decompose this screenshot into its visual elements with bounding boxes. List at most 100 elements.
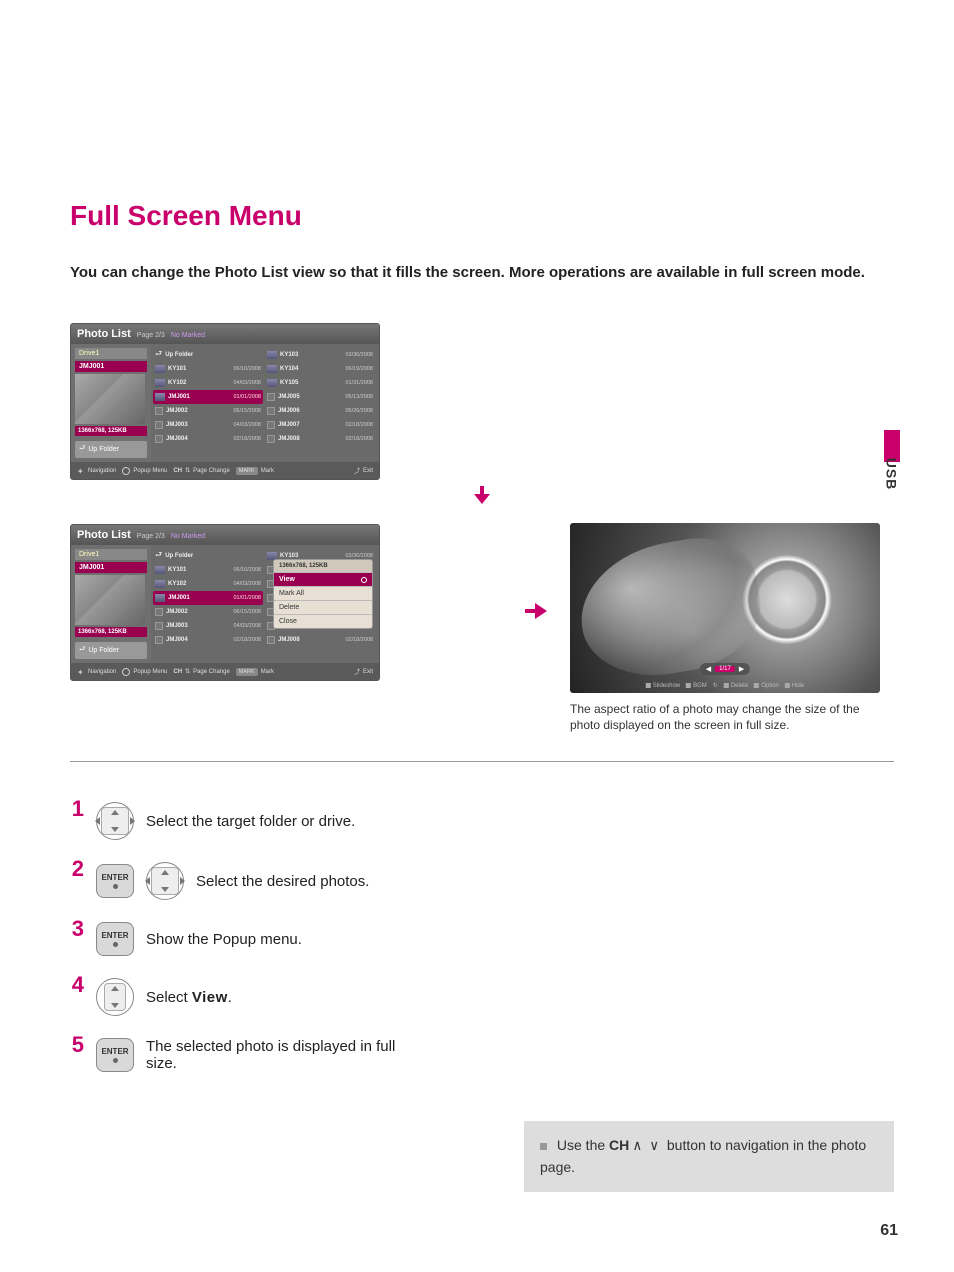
step-2: 2 ENTER Select the desired photos. <box>70 862 894 900</box>
item-date: 04/03/2008 <box>233 422 261 428</box>
tv-screen-1-wrap: Photo List Page 2/3 No Marked Drive1 JMJ… <box>70 323 894 506</box>
step-3-text: Show the Popup menu. <box>146 931 302 948</box>
list-item[interactable]: JMJ00702/18/2008 <box>265 418 375 432</box>
item-name: JMJ004 <box>166 637 230 643</box>
list-item[interactable]: KY10204/03/2008 <box>153 577 263 591</box>
popup-item[interactable]: View <box>274 572 372 586</box>
item-name: JMJ008 <box>278 436 342 442</box>
list-item[interactable]: JMJ00802/18/2008 <box>265 633 375 647</box>
list-item[interactable]: JMJ00304/03/2008 <box>153 619 263 633</box>
enter-icon <box>122 668 130 676</box>
thumb-icon <box>155 393 165 401</box>
screen1-footer: Navigation Popup Menu CH⇅Page Change MAR… <box>71 462 379 479</box>
screen1-grid: ⮐Up FolderKY10106/10/2008KY10204/03/2008… <box>151 344 379 462</box>
photo-action-hide[interactable]: Hide <box>785 682 804 689</box>
item-date: 04/03/2008 <box>233 380 261 386</box>
list-item[interactable]: JMJ00402/18/2008 <box>153 432 263 446</box>
list-item[interactable]: KY10106/10/2008 <box>153 563 263 577</box>
enter-button[interactable]: ENTER <box>96 864 134 898</box>
item-name: KY105 <box>280 380 342 386</box>
dpad-button[interactable] <box>96 802 134 840</box>
next-icon[interactable]: ▶ <box>739 665 744 673</box>
dpad-icon <box>101 807 129 835</box>
list-item[interactable]: ⮐Up Folder <box>153 348 263 362</box>
item-name: JMJ005 <box>278 394 342 400</box>
photo-page-bar[interactable]: ◀ 1/17 ▶ <box>700 663 750 675</box>
footer-nav: Navigation <box>88 669 116 675</box>
step-4-keyword: View <box>192 989 228 1006</box>
screen1-marked: No Marked <box>171 332 205 339</box>
list-item[interactable]: KY10106/10/2008 <box>153 362 263 376</box>
list-item[interactable]: JMJ00101/01/2008 <box>153 591 263 605</box>
checkbox-icon <box>267 393 275 401</box>
list-item[interactable]: JMJ00402/18/2008 <box>153 633 263 647</box>
photo-action-slideshow[interactable]: Slideshow <box>646 682 680 689</box>
enter-button[interactable]: ENTER <box>96 1038 134 1072</box>
screen2-upfolder-button[interactable]: ⮐ Up Folder <box>75 642 147 659</box>
list-item[interactable]: JMJ00206/15/2008 <box>153 404 263 418</box>
photo-action-bgm[interactable]: BGM <box>686 682 707 689</box>
footer-nav: Navigation <box>88 468 116 474</box>
list-item[interactable]: JMJ00505/13/2008 <box>265 390 375 404</box>
popup-item[interactable]: Mark All <box>274 586 372 600</box>
screen2-drive[interactable]: Drive1 <box>75 549 147 560</box>
item-name: JMJ001 <box>168 394 230 400</box>
enter-label: ENTER <box>101 873 128 882</box>
list-item[interactable]: JMJ00802/18/2008 <box>265 432 375 446</box>
action-label: Option <box>761 683 779 689</box>
updown-icon: ⇅ <box>185 467 190 474</box>
item-name: KY102 <box>168 581 230 587</box>
aspect-ratio-note: The aspect ratio of a photo may change t… <box>570 701 880 733</box>
enter-button[interactable]: ENTER <box>96 922 134 956</box>
arrow-right-icon <box>525 601 549 621</box>
action-icon <box>754 683 759 688</box>
photo-action-delete[interactable]: Delete <box>724 682 748 689</box>
upfolder-icon: ⮐ <box>155 348 162 362</box>
tv-screen-2: Photo List Page 2/3 No Marked Drive1 JMJ… <box>70 524 380 681</box>
item-date: 06/15/2008 <box>233 408 261 414</box>
popup-item[interactable]: Delete <box>274 600 372 614</box>
bullet-icon <box>540 1143 547 1150</box>
updown-button[interactable] <box>96 978 134 1016</box>
thumb-icon <box>267 365 277 373</box>
list-item[interactable]: JMJ00605/26/2008 <box>265 404 375 418</box>
item-date: 05/13/2008 <box>345 394 373 400</box>
list-item[interactable]: ⮐Up Folder <box>153 549 263 563</box>
item-name: JMJ002 <box>166 609 230 615</box>
mark-key: MARK <box>236 668 258 676</box>
item-date: 01/01/2008 <box>233 394 261 400</box>
radio-icon <box>361 577 367 583</box>
list-item[interactable]: KY10406/19/2008 <box>265 362 375 376</box>
thumb-icon <box>155 580 165 588</box>
dpad-button[interactable] <box>146 862 184 900</box>
screen1-upfolder-button[interactable]: ⮐ Up Folder <box>75 441 147 458</box>
list-item[interactable]: JMJ00206/15/2008 <box>153 605 263 619</box>
info-box: Use the CH ∧ ∨ button to navigation in t… <box>524 1121 894 1192</box>
item-date: 06/10/2008 <box>233 366 261 372</box>
list-item[interactable]: KY10303/30/2008 <box>265 348 375 362</box>
step-3-num: 3 <box>70 916 84 942</box>
step-5-num: 5 <box>70 1032 84 1058</box>
screen1-body: Drive1 JMJ001 1366x768, 125KB ⮐ Up Folde… <box>71 344 379 462</box>
list-item[interactable]: KY10501/31/2008 <box>265 376 375 390</box>
screen2-selected-name: JMJ001 <box>75 562 147 573</box>
item-name: JMJ003 <box>166 623 230 629</box>
list-item[interactable]: JMJ00304/03/2008 <box>153 418 263 432</box>
nav-icon <box>77 668 85 676</box>
popup-item[interactable]: Close <box>274 614 372 628</box>
footer-pagechange: Page Change <box>193 669 230 675</box>
screen1-drive[interactable]: Drive1 <box>75 348 147 359</box>
list-item[interactable]: JMJ00101/01/2008 <box>153 390 263 404</box>
photo-fullscreen-view: ◀ 1/17 ▶ Slideshow BGM ↻ Delete Option Hide <box>570 523 880 693</box>
rotate-icon[interactable]: ↻ <box>713 682 718 689</box>
step-5-text: The selected photo is displayed in full … <box>146 1038 406 1072</box>
screen2-col1: ⮐Up FolderKY10106/10/2008KY10204/03/2008… <box>153 549 263 647</box>
photo-action-option[interactable]: Option <box>754 682 779 689</box>
enter-dot-icon <box>113 884 118 889</box>
list-item[interactable]: KY10204/03/2008 <box>153 376 263 390</box>
prev-icon[interactable]: ◀ <box>706 665 711 673</box>
intro-text: You can change the Photo List view so th… <box>70 262 894 283</box>
checkbox-icon <box>267 435 275 443</box>
checkbox-icon <box>155 435 163 443</box>
popup-menu[interactable]: 1366x768, 125KB ViewMark AllDeleteClose <box>273 559 373 629</box>
